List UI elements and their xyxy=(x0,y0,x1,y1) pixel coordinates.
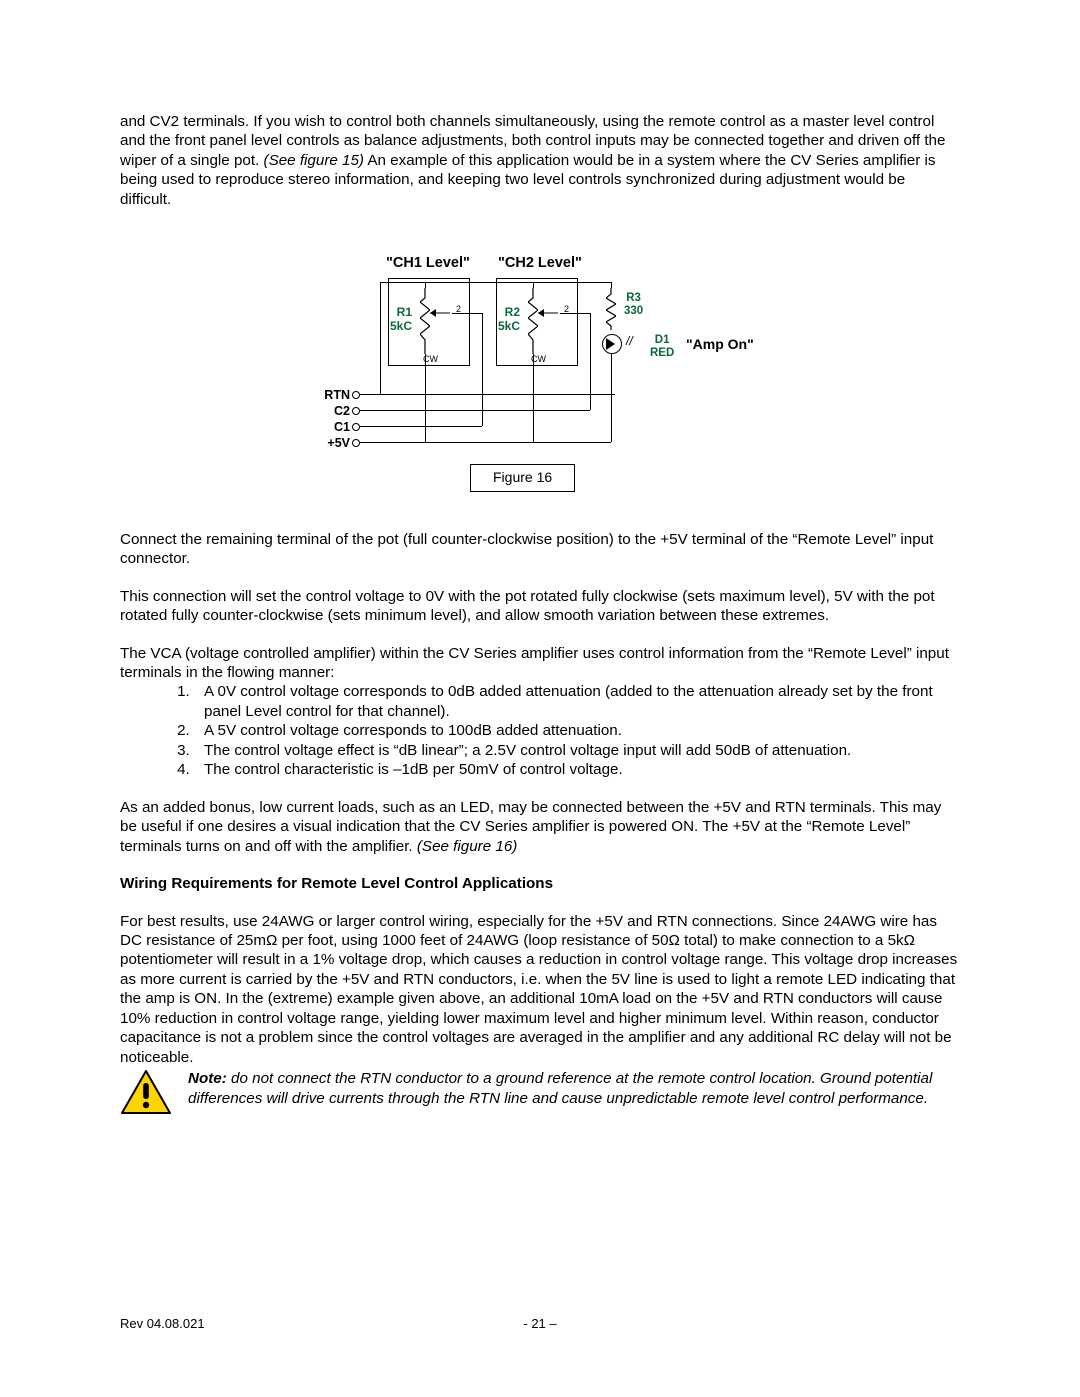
terminal-c1: C1 xyxy=(306,419,350,435)
list-item: The control voltage effect is “dB linear… xyxy=(194,741,960,760)
paragraph-4: As an added bonus, low current loads, su… xyxy=(120,798,960,856)
note-body: do not connect the RTN conductor to a gr… xyxy=(188,1070,932,1106)
ch1-level-label: "CH1 Level" xyxy=(386,254,470,273)
terminal-rtn-dot xyxy=(352,391,360,399)
footer-page-number: - 21 – xyxy=(523,1316,556,1333)
list-item: A 5V control voltage corresponds to 100d… xyxy=(194,721,960,740)
figure-caption: Figure 16 xyxy=(470,464,575,492)
terminal-c2: C2 xyxy=(306,403,350,419)
page: and CV2 terminals. If you wish to contro… xyxy=(0,0,1080,1397)
r1-wiper-arrow xyxy=(430,308,452,318)
note-label: Note: xyxy=(188,1070,227,1087)
terminal-c1-dot xyxy=(352,423,360,431)
paragraph-4-body: As an added bonus, low current loads, su… xyxy=(120,799,941,855)
r2-resistor-symbol xyxy=(528,288,538,354)
paragraph-1: Connect the remaining terminal of the po… xyxy=(120,530,960,569)
ch2-level-label: "CH2 Level" xyxy=(498,254,582,273)
note-text: Note: do not connect the RTN conductor t… xyxy=(188,1069,960,1108)
paragraph-3-lead: The VCA (voltage controlled amplifier) w… xyxy=(120,644,960,683)
page-footer: Rev 04.08.021 - 21 – xyxy=(120,1316,960,1333)
r2-label: R25kC xyxy=(498,306,520,334)
paragraph-5: For best results, use 24AWG or larger co… xyxy=(120,912,960,1068)
figure-ref-16: (See figure 16) xyxy=(417,838,517,855)
terminal-5v: +5V xyxy=(306,435,350,451)
footer-rev: Rev 04.08.021 xyxy=(120,1316,205,1333)
r2-wiper-arrow xyxy=(538,308,560,318)
r3-label: R3330 xyxy=(624,292,643,317)
terminal-rtn: RTN xyxy=(306,387,350,403)
paragraph-intro: and CV2 terminals. If you wish to contro… xyxy=(120,112,960,209)
amp-on-label: "Amp On" xyxy=(686,336,754,354)
r3-resistor-symbol xyxy=(606,288,616,330)
led-emit-icon: // xyxy=(626,334,633,349)
terminal-c2-dot xyxy=(352,407,360,415)
d1-label: D1RED xyxy=(650,334,674,359)
warning-icon xyxy=(120,1069,172,1115)
section-heading-wiring: Wiring Requirements for Remote Level Con… xyxy=(120,874,960,893)
r1-resistor-symbol xyxy=(420,288,430,354)
list-item: The control characteristic is –1dB per 5… xyxy=(194,760,960,779)
figure-ref-15: (See figure 15) xyxy=(264,152,364,169)
led-d1-symbol xyxy=(602,334,622,354)
note-block: Note: do not connect the RTN conductor t… xyxy=(120,1069,960,1115)
vca-behavior-list: A 0V control voltage corresponds to 0dB … xyxy=(120,682,960,779)
terminal-5v-dot xyxy=(352,439,360,447)
list-item: A 0V control voltage corresponds to 0dB … xyxy=(194,682,960,721)
r1-label: R15kC xyxy=(390,306,412,334)
paragraph-2: This connection will set the control vol… xyxy=(120,587,960,626)
figure-16: "CH1 Level" "CH2 Level" R15kC R25kC xyxy=(120,254,960,499)
